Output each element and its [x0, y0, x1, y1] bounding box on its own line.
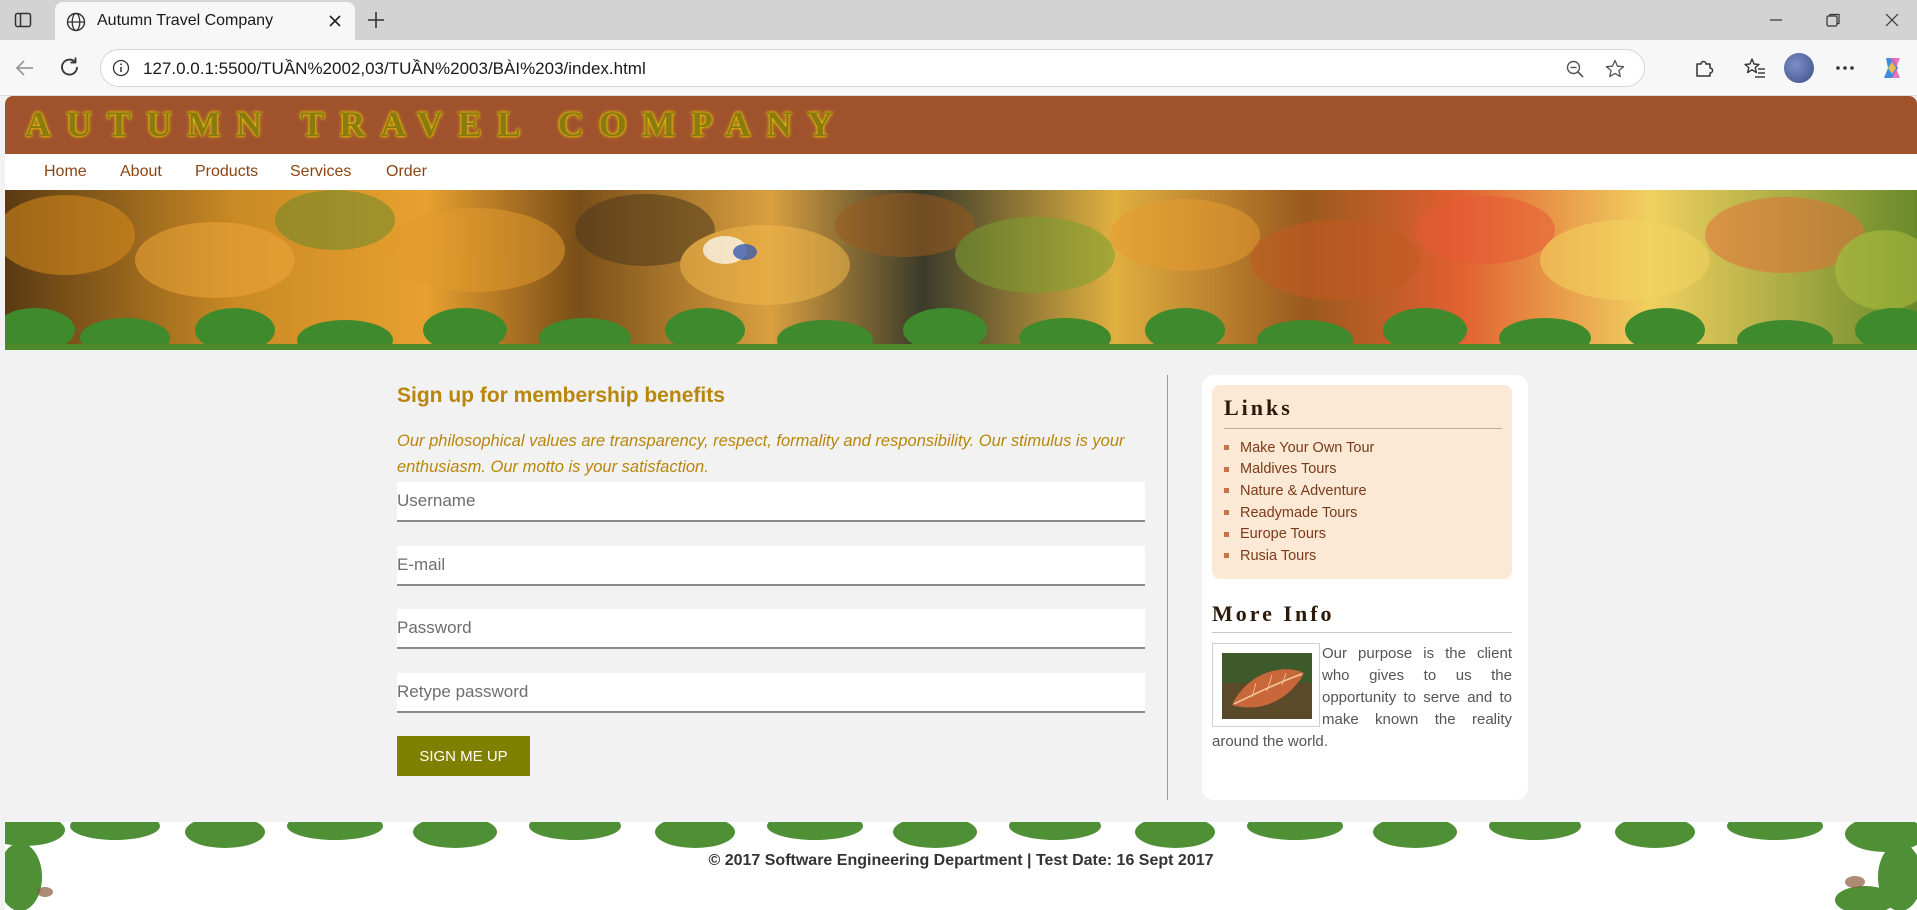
site-footer: © 2017 Software Engineering Department |… [5, 822, 1917, 910]
image-float-spacer [1212, 643, 1322, 727]
page-viewport: AUTUMN TRAVEL COMPANY Home About Product… [5, 96, 1917, 910]
link-nature-adventure[interactable]: Nature & Adventure [1240, 483, 1367, 499]
more-info-divider [1212, 632, 1512, 633]
nav-home[interactable]: Home [44, 163, 87, 181]
nav-products[interactable]: Products [195, 163, 258, 181]
square-bullet-icon [1224, 466, 1229, 472]
square-bullet-icon [1224, 531, 1229, 537]
more-info-heading: More Info [1212, 601, 1335, 626]
extensions-icon[interactable] [1691, 55, 1717, 81]
site-header: AUTUMN TRAVEL COMPANY [5, 96, 1917, 154]
site-nav: Home About Products Services Order [5, 154, 1917, 190]
tab-title: Autumn Travel Company [97, 12, 274, 29]
browser-tab-bar: Autumn Travel Company [0, 0, 1917, 40]
browser-tab[interactable]: Autumn Travel Company [55, 2, 355, 40]
restore-icon[interactable] [1823, 10, 1843, 30]
nav-about[interactable]: About [120, 163, 162, 181]
retype-password-field[interactable] [397, 673, 1145, 713]
footer-copyright: © 2017 Software Engineering Department |… [708, 852, 1214, 869]
email-field[interactable] [397, 546, 1145, 586]
links-heading: Links [1224, 395, 1293, 420]
info-icon[interactable] [111, 58, 131, 78]
close-icon[interactable] [325, 11, 345, 31]
site-title: AUTUMN TRAVEL COMPANY [25, 104, 849, 144]
links-list: Make Your Own Tour Maldives Tours Nature… [1224, 437, 1374, 567]
favorite-star-icon[interactable] [1604, 58, 1626, 80]
reload-icon[interactable] [57, 55, 83, 81]
globe-icon [65, 11, 87, 33]
list-item: Maldives Tours [1224, 459, 1374, 481]
url-field[interactable]: 127.0.0.1:5500/TUẦN%2002,03/TUẦN%2003/BÀ… [100, 49, 1645, 87]
nav-services[interactable]: Services [290, 163, 351, 181]
minimize-icon[interactable] [1766, 10, 1786, 30]
link-europe-tours[interactable]: Europe Tours [1240, 526, 1326, 542]
square-bullet-icon [1224, 553, 1229, 559]
links-box: Links Make Your Own Tour Maldives Tours … [1212, 385, 1512, 579]
column-divider [1167, 375, 1168, 800]
more-icon[interactable] [1832, 55, 1858, 81]
list-item: Readymade Tours [1224, 502, 1374, 524]
link-make-your-own-tour[interactable]: Make Your Own Tour [1240, 440, 1374, 456]
list-item: Europe Tours [1224, 523, 1374, 545]
more-info-text: Our purpose is the client who gives to u… [1212, 643, 1512, 753]
link-rusia-tours[interactable]: Rusia Tours [1240, 548, 1316, 564]
link-readymade-tours[interactable]: Readymade Tours [1240, 505, 1357, 521]
username-field[interactable] [397, 482, 1145, 522]
back-icon[interactable] [12, 55, 38, 81]
copilot-icon[interactable] [1878, 54, 1906, 82]
sidebar: Links Make Your Own Tour Maldives Tours … [1202, 375, 1528, 800]
sign-me-up-button[interactable]: SIGN ME UP [397, 736, 530, 776]
url-text: 127.0.0.1:5500/TUẦN%2002,03/TUẦN%2003/BÀ… [143, 59, 646, 78]
links-divider [1224, 428, 1502, 429]
sidebar-toggle-icon[interactable] [12, 9, 34, 31]
list-item: Rusia Tours [1224, 545, 1374, 567]
form-intro: Our philosophical values are transparenc… [397, 432, 1125, 476]
window-close-icon[interactable] [1882, 10, 1902, 30]
avatar[interactable] [1784, 53, 1814, 83]
square-bullet-icon [1224, 488, 1229, 494]
zoom-out-icon[interactable] [1564, 58, 1586, 80]
favorites-icon[interactable] [1742, 55, 1768, 81]
link-maldives-tours[interactable]: Maldives Tours [1240, 461, 1336, 477]
form-heading: Sign up for membership benefits [397, 384, 725, 407]
plus-icon[interactable] [365, 9, 387, 31]
autumn-leaves-banner [5, 190, 1917, 350]
square-bullet-icon [1224, 510, 1229, 516]
square-bullet-icon [1224, 445, 1229, 451]
list-item: Nature & Adventure [1224, 480, 1374, 502]
password-field[interactable] [397, 609, 1145, 649]
address-bar: 127.0.0.1:5500/TUẦN%2002,03/TUẦN%2003/BÀ… [0, 40, 1917, 96]
nav-order[interactable]: Order [386, 163, 427, 181]
list-item: Make Your Own Tour [1224, 437, 1374, 459]
